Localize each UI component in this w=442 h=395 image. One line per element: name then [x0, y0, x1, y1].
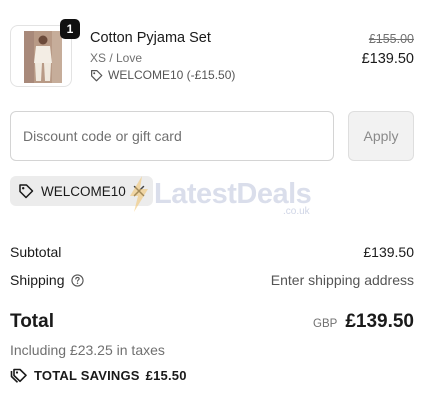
applied-code-label: WELCOME10 [41, 183, 126, 199]
original-price: £155.00 [368, 32, 414, 46]
product-name: Cotton Pyjama Set [90, 30, 211, 46]
watermark-domain: .co.uk [283, 206, 310, 217]
taxes-note: Including £23.25 in taxes [10, 342, 165, 358]
tags-icon [10, 368, 27, 383]
watermark-text: LatestDeals [154, 177, 312, 210]
shipping-value: Enter shipping address [270, 272, 414, 288]
savings-value: £15.50 [145, 367, 187, 383]
product-variant: XS / Love [90, 51, 143, 65]
question-circle-icon[interactable] [70, 273, 84, 287]
currency-code: GBP [313, 318, 338, 330]
shipping-label: Shipping [10, 272, 65, 288]
item-discount: WELCOME10 (-£15.50) [90, 68, 235, 82]
item-price: £139.50 [361, 51, 414, 67]
tag-icon [19, 184, 34, 199]
lightning-icon [130, 176, 148, 212]
total-savings: TOTAL SAVINGS £15.50 [10, 367, 187, 383]
tag-icon [91, 69, 103, 81]
total-price: GBP £139.50 [313, 311, 414, 333]
shipping-row: Shipping [10, 272, 84, 288]
quantity-badge: 1 [60, 19, 80, 39]
apply-button[interactable]: Apply [348, 111, 414, 161]
subtotal-label: Subtotal [10, 244, 62, 260]
item-discount-label: WELCOME10 (-£15.50) [108, 68, 236, 82]
savings-label: TOTAL SAVINGS [34, 367, 140, 383]
subtotal-value: £139.50 [363, 244, 414, 260]
total-label: Total [10, 311, 54, 332]
total-amount: £139.50 [345, 311, 414, 332]
discount-code-input[interactable] [10, 111, 334, 161]
product-image [24, 31, 62, 83]
